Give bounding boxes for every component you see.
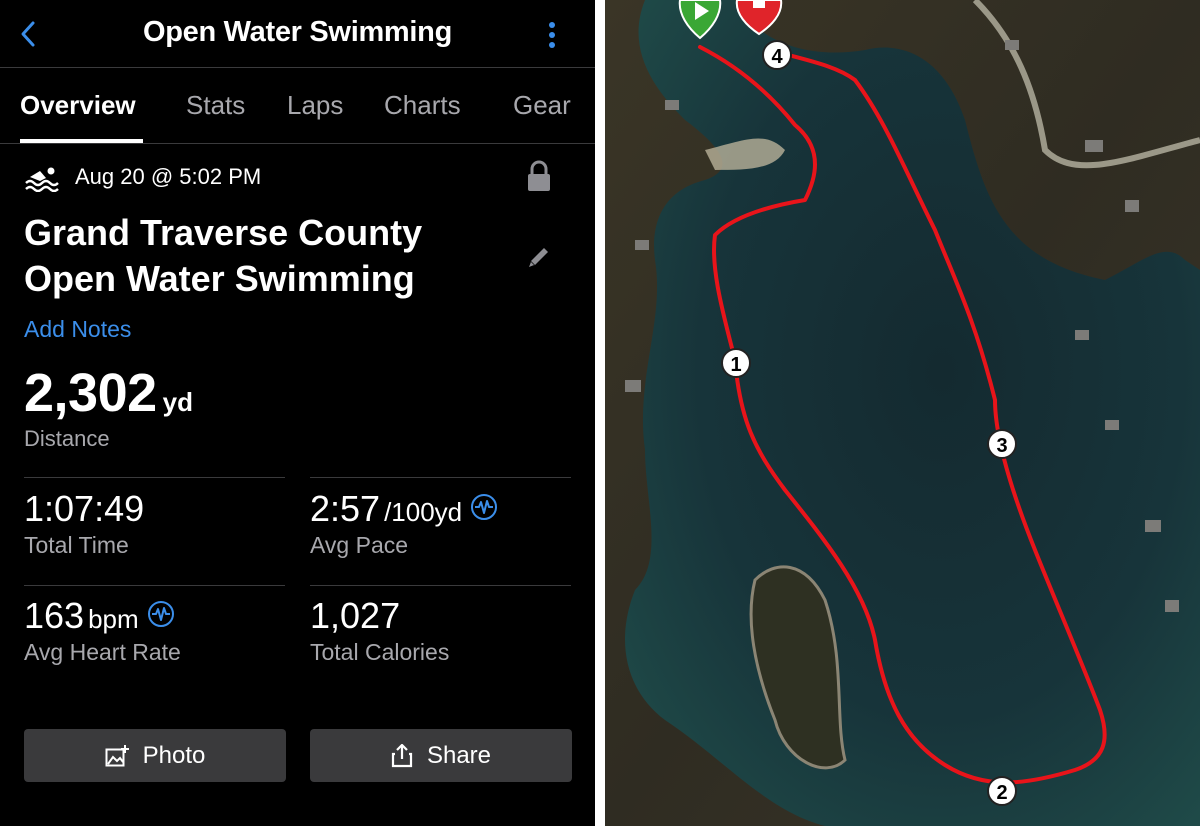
avg-hr-label: Avg Heart Rate (24, 639, 181, 665)
share-button[interactable]: Share (310, 729, 572, 782)
distance-unit: yd (162, 387, 193, 417)
active-tab-indicator (20, 139, 143, 143)
lap-marker-1-label: 1 (730, 354, 741, 376)
share-label: Share (426, 741, 492, 769)
lock-icon[interactable] (526, 160, 552, 192)
tab-bar: Overview Stats Laps Charts Gear (0, 68, 595, 144)
activity-title-line1: Grand Traverse County (24, 212, 423, 253)
add-photo-icon (105, 744, 129, 766)
pencil-icon[interactable] (526, 244, 552, 270)
distance-number: 2,302 (24, 363, 157, 423)
total-time-value: 1:07:49 (24, 488, 145, 529)
add-photo-button[interactable]: Photo (24, 729, 286, 782)
lap-marker-3-label: 3 (996, 435, 1007, 457)
stat-avg-pace: 2:57/100yd Avg Pace (310, 488, 498, 559)
activity-date: Aug 20 @ 5:02 PM (75, 164, 262, 189)
photo-label: Photo (142, 741, 206, 769)
satellite-map: 1 2 3 4 (605, 0, 1200, 826)
activity-title-line2: Open Water Swimming (24, 258, 415, 299)
avg-hr-unit: bpm (88, 604, 139, 634)
stat-total-calories: 1,027 Total Calories (310, 595, 449, 666)
divider (310, 585, 571, 586)
tab-charts[interactable]: Charts (384, 90, 461, 121)
page-title: Open Water Swimming (142, 16, 453, 48)
lap-marker-2-label: 2 (996, 782, 1007, 804)
add-notes-link[interactable]: Add Notes (24, 316, 131, 343)
avg-pace-label: Avg Pace (310, 532, 409, 558)
pulse-chart-icon[interactable] (470, 493, 498, 521)
activity-meta: Aug 20 @ 5:02 PM (24, 160, 564, 200)
tab-overview[interactable]: Overview (20, 90, 136, 121)
swimming-icon (25, 167, 59, 192)
divider (24, 477, 285, 478)
share-icon (391, 743, 413, 767)
divider (310, 477, 571, 478)
activity-title: Grand Traverse County Open Water Swimmin… (24, 210, 494, 302)
avg-hr-value: 163 (24, 595, 85, 636)
tab-stats[interactable]: Stats (186, 90, 245, 121)
avg-pace-value: 2:57 (310, 488, 381, 529)
distance-label: Distance (24, 426, 110, 451)
more-vertical-icon[interactable] (549, 22, 557, 50)
distance-value: 2,302 yd (24, 362, 193, 424)
panel-divider (595, 0, 605, 826)
divider (24, 585, 285, 586)
total-time-label: Total Time (24, 532, 129, 558)
stat-total-time: 1:07:49 Total Time (24, 488, 144, 559)
stat-avg-heart-rate: 163 bpm Avg Heart Rate (24, 595, 181, 666)
pulse-chart-icon[interactable] (147, 600, 175, 628)
activity-panel: Open Water Swimming Overview Stats Laps … (0, 0, 595, 826)
nav-bar: Open Water Swimming (0, 0, 595, 68)
calories-value: 1,027 (310, 595, 401, 636)
calories-label: Total Calories (310, 639, 450, 665)
tab-laps[interactable]: Laps (287, 90, 343, 121)
tab-gear[interactable]: Gear (513, 90, 571, 121)
avg-pace-unit: /100yd (384, 497, 463, 527)
route-map[interactable]: 1 2 3 4 (605, 0, 1200, 826)
lap-marker-4-label: 4 (771, 46, 783, 68)
